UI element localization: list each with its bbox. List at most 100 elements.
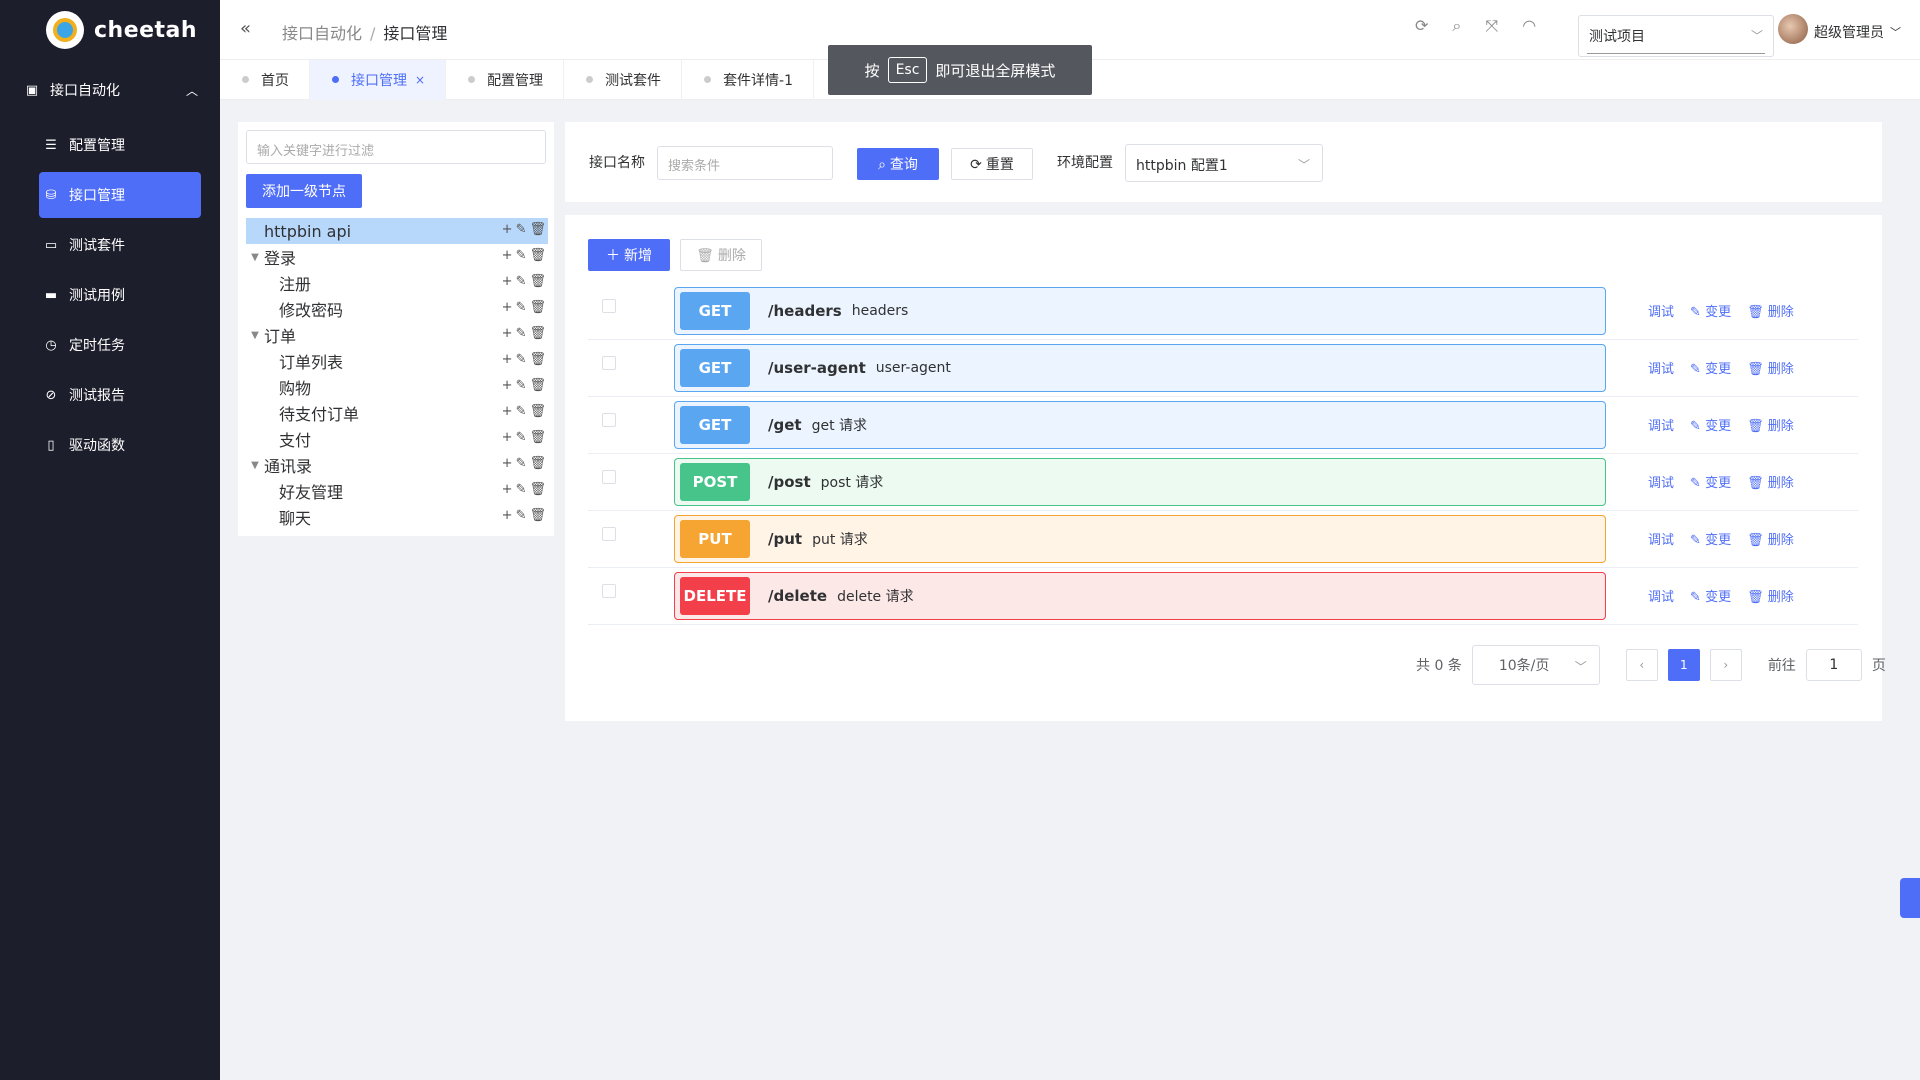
settings-float-button[interactable] — [1900, 878, 1920, 918]
delete-link[interactable]: 🗑 删除 — [1747, 301, 1794, 320]
row-checkbox[interactable] — [602, 527, 616, 541]
tree-node[interactable]: ▼ 订单 + ✎ 🗑 — [246, 322, 548, 348]
edit-icon[interactable]: ✎ — [516, 404, 527, 419]
tree-node[interactable]: 订单列表 + ✎ 🗑 — [246, 348, 548, 374]
edit-icon[interactable]: ✎ — [516, 378, 527, 393]
debug-link[interactable]: 调试 — [1648, 301, 1674, 320]
edit-icon[interactable]: ✎ — [516, 248, 527, 263]
breadcrumb-item[interactable]: 接口自动化 — [282, 24, 362, 43]
close-icon[interactable]: × — [415, 73, 425, 87]
sidebar-item-0[interactable]: ☰ 配置管理 — [39, 122, 202, 168]
sidebar-item-4[interactable]: ◷ 定时任务 — [39, 322, 202, 368]
row-checkbox[interactable] — [602, 299, 616, 313]
sidebar-item-2[interactable]: ▭ 测试套件 — [39, 222, 202, 268]
edit-link[interactable]: ✎ 变更 — [1690, 415, 1731, 434]
edit-link[interactable]: ✎ 变更 — [1690, 586, 1731, 605]
api-card[interactable]: GET/get get 请求 — [674, 401, 1606, 449]
api-card[interactable]: GET/headers headers — [674, 287, 1606, 335]
row-checkbox[interactable] — [602, 470, 616, 484]
plus-icon[interactable]: + — [502, 352, 513, 367]
delete-link[interactable]: 🗑 删除 — [1747, 358, 1794, 377]
reset-button[interactable]: ⟳ 重置 — [951, 148, 1033, 180]
plus-icon[interactable]: + — [502, 378, 513, 393]
user-menu[interactable]: 超级管理员 ﹀ — [1778, 14, 1901, 44]
edit-icon[interactable]: ✎ — [516, 430, 527, 445]
api-card[interactable]: GET/user-agent user-agent — [674, 344, 1606, 392]
row-checkbox[interactable] — [602, 413, 616, 427]
refresh-icon[interactable]: ⟳ — [1415, 16, 1428, 36]
sidebar-item-3[interactable]: ▬ 测试用例 — [39, 272, 202, 318]
goto-page-input[interactable]: 1 — [1805, 649, 1862, 681]
tree-node[interactable]: 购物 + ✎ 🗑 — [246, 374, 548, 400]
edit-icon[interactable]: ✎ — [516, 482, 527, 497]
headset-icon[interactable]: ◠ — [1522, 16, 1536, 36]
api-card[interactable]: POST/post post 请求 — [674, 458, 1606, 506]
trash-icon[interactable]: 🗑 — [529, 326, 546, 341]
trash-icon[interactable]: 🗑 — [529, 456, 546, 471]
edit-icon[interactable]: ✎ — [516, 326, 527, 341]
trash-icon[interactable]: 🗑 — [529, 404, 546, 419]
tree-node[interactable]: ▼ 登录 + ✎ 🗑 — [246, 244, 548, 270]
edit-link[interactable]: ✎ 变更 — [1690, 358, 1731, 377]
prev-page-button[interactable]: ‹ — [1625, 649, 1658, 681]
trash-icon[interactable]: 🗑 — [529, 378, 546, 393]
plus-icon[interactable]: + — [502, 326, 513, 341]
next-page-button[interactable]: › — [1709, 649, 1742, 681]
debug-link[interactable]: 调试 — [1648, 472, 1674, 491]
trash-icon[interactable]: 🗑 — [529, 482, 546, 497]
tree-node[interactable]: httpbin api + ✎ 🗑 — [246, 218, 548, 244]
delete-link[interactable]: 🗑 删除 — [1747, 529, 1794, 548]
sidebar-item-6[interactable]: ▯ 驱动函数 — [39, 422, 202, 468]
debug-link[interactable]: 调试 — [1648, 358, 1674, 377]
caret-down-icon[interactable]: ▼ — [246, 252, 264, 263]
plus-icon[interactable]: + — [502, 430, 513, 445]
trash-icon[interactable]: 🗑 — [529, 274, 546, 289]
plus-icon[interactable]: + — [502, 508, 513, 523]
tree-filter-input[interactable]: 输入关键字进行过滤 — [246, 130, 546, 164]
menu-group-api-automation[interactable]: ▣ 接口自动化 ︿ — [0, 62, 220, 118]
trash-icon[interactable]: 🗑 — [529, 222, 546, 237]
tree-node[interactable]: 修改密码 + ✎ 🗑 — [246, 296, 548, 322]
plus-icon[interactable]: + — [502, 404, 513, 419]
project-select[interactable]: 测试项目 ﹀ — [1578, 15, 1774, 57]
env-select[interactable]: httpbin 配置1 ﹀ — [1125, 144, 1323, 182]
delete-link[interactable]: 🗑 删除 — [1747, 415, 1794, 434]
tab-home[interactable]: 首页 — [220, 59, 310, 100]
trash-icon[interactable]: 🗑 — [529, 352, 546, 367]
tree-node[interactable]: 支付 + ✎ 🗑 — [246, 426, 548, 452]
debug-link[interactable]: 调试 — [1648, 529, 1674, 548]
sidebar-item-5[interactable]: ⊘ 测试报告 — [39, 372, 202, 418]
tree-node[interactable]: 聊天 + ✎ 🗑 — [246, 504, 548, 530]
edit-icon[interactable]: ✎ — [516, 508, 527, 523]
plus-icon[interactable]: + — [502, 482, 513, 497]
api-card[interactable]: DELETE/delete delete 请求 — [674, 572, 1606, 620]
name-search-input[interactable]: 搜索条件 — [657, 146, 833, 180]
trash-icon[interactable]: 🗑 — [529, 430, 546, 445]
row-checkbox[interactable] — [602, 356, 616, 370]
sidebar-item-1[interactable]: ⛁ 接口管理 — [39, 172, 201, 218]
search-icon[interactable]: ⌕ — [1452, 16, 1461, 36]
edit-icon[interactable]: ✎ — [516, 222, 527, 237]
page-number[interactable]: 1 — [1667, 649, 1700, 681]
caret-down-icon[interactable]: ▼ — [246, 460, 264, 471]
plus-icon[interactable]: + — [502, 274, 513, 289]
collapse-sidebar-icon[interactable]: « — [240, 18, 251, 39]
tab-config-management[interactable]: 配置管理 — [446, 59, 565, 100]
row-checkbox[interactable] — [602, 584, 616, 598]
edit-link[interactable]: ✎ 变更 — [1690, 529, 1731, 548]
add-api-button[interactable]: ＋新增 — [588, 239, 670, 271]
tree-node[interactable]: 好友管理 + ✎ 🗑 — [246, 478, 548, 504]
plus-icon[interactable]: + — [502, 456, 513, 471]
delete-selected-button[interactable]: 🗑 删除 — [680, 239, 762, 271]
plus-icon[interactable]: + — [502, 248, 513, 263]
edit-icon[interactable]: ✎ — [516, 300, 527, 315]
edit-icon[interactable]: ✎ — [516, 274, 527, 289]
fullscreen-exit-icon[interactable]: ⤧ — [1485, 16, 1498, 36]
trash-icon[interactable]: 🗑 — [529, 508, 546, 523]
tab-test-suite[interactable]: 测试套件 — [564, 59, 683, 100]
tab-api-management[interactable]: 接口管理 × — [310, 59, 447, 100]
tab-suite-detail[interactable]: 套件详情-1 — [682, 59, 815, 100]
delete-link[interactable]: 🗑 删除 — [1747, 586, 1794, 605]
edit-link[interactable]: ✎ 变更 — [1690, 472, 1731, 491]
page-size-select[interactable]: 10条/页 ﹀ — [1471, 645, 1600, 685]
